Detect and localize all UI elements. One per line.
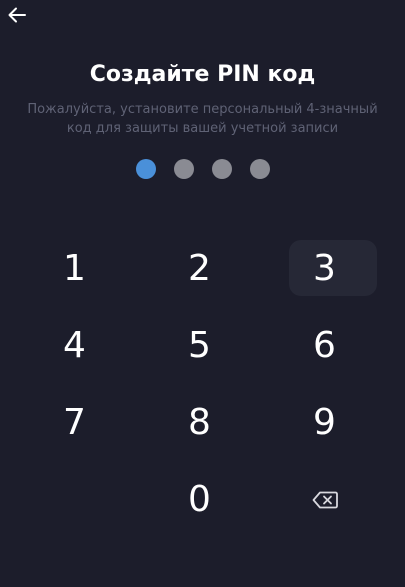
key-9-label: 9 — [313, 402, 336, 443]
key-1-label: 1 — [63, 248, 86, 289]
pin-dot-1 — [135, 159, 156, 179]
key-2[interactable]: 2 — [137, 230, 262, 307]
arrow-left-icon — [8, 7, 26, 23]
page-subtitle: Пожалуйста, установите персональный 4-зн… — [10, 100, 395, 138]
key-5-label: 5 — [188, 325, 211, 366]
key-4[interactable]: 4 — [12, 307, 137, 384]
key-6[interactable]: 6 — [262, 307, 387, 384]
key-5[interactable]: 5 — [137, 307, 262, 384]
key-empty — [12, 461, 137, 538]
subtitle-line-1: Пожалуйста, установите персональный 4-зн… — [27, 102, 378, 117]
key-4-label: 4 — [63, 325, 86, 366]
key-7-label: 7 — [63, 402, 86, 443]
back-button[interactable] — [6, 4, 28, 26]
pin-indicator — [0, 159, 405, 179]
pin-dot-3 — [211, 159, 232, 179]
key-6-label: 6 — [313, 325, 336, 366]
key-0-label: 0 — [188, 479, 211, 520]
backspace-icon — [312, 491, 338, 508]
key-3[interactable]: 3 — [262, 230, 387, 307]
backspace-button[interactable] — [262, 461, 387, 538]
pin-keypad: 1 2 3 4 5 6 7 8 9 0 — [12, 230, 387, 538]
pin-dot-2 — [173, 159, 194, 179]
key-2-label: 2 — [188, 248, 211, 289]
key-7[interactable]: 7 — [12, 384, 137, 461]
pin-dot-4 — [249, 159, 270, 179]
key-3-label: 3 — [313, 248, 336, 289]
subtitle-line-2: код для защиты вашей учетной записи — [66, 121, 339, 136]
key-9[interactable]: 9 — [262, 384, 387, 461]
key-0[interactable]: 0 — [137, 461, 262, 538]
key-1[interactable]: 1 — [12, 230, 137, 307]
page-title: Создайте PIN код — [89, 62, 316, 87]
key-8-label: 8 — [188, 402, 211, 443]
key-8[interactable]: 8 — [137, 384, 262, 461]
